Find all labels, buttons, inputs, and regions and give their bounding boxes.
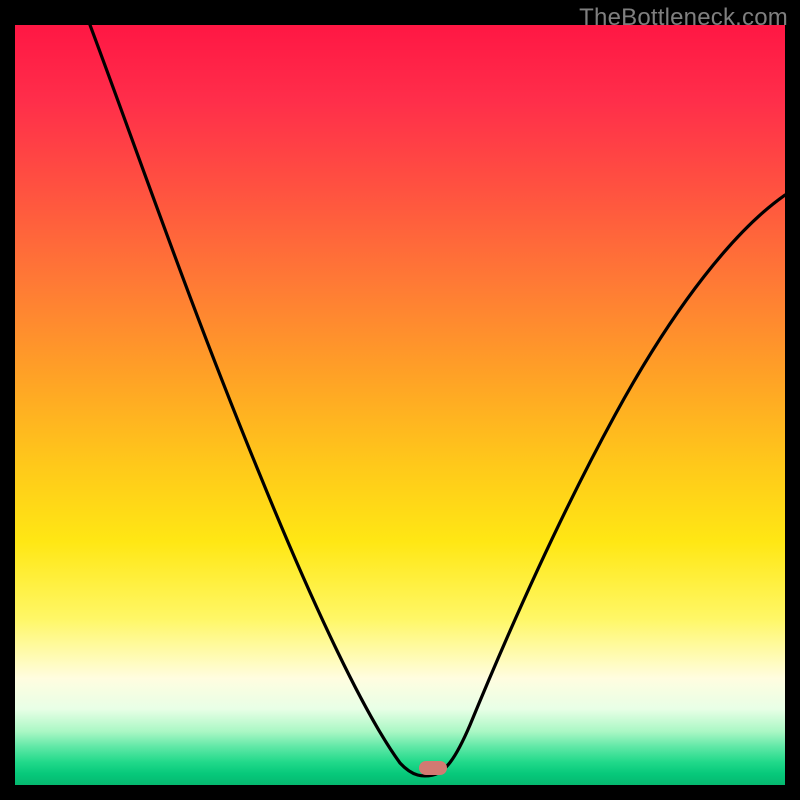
stage: TheBottleneck.com	[0, 0, 800, 800]
optimum-marker	[419, 761, 447, 775]
watermark-text: TheBottleneck.com	[579, 4, 788, 32]
curve-svg	[15, 25, 785, 785]
plot-area	[15, 25, 785, 785]
bottleneck-curve	[90, 25, 785, 776]
